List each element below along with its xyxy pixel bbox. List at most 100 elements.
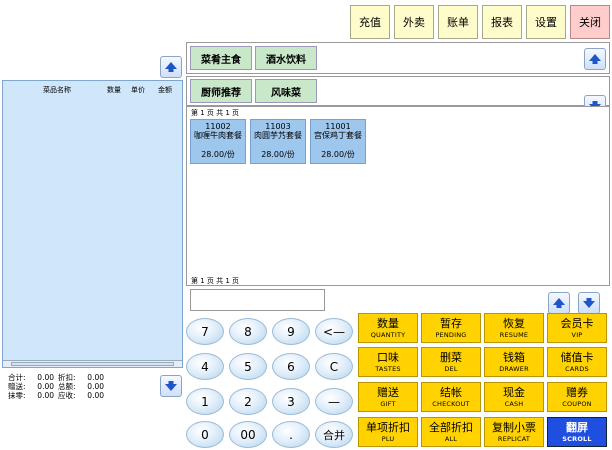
key-0[interactable]: 0 bbox=[186, 421, 224, 448]
fn-sublabel: ALL bbox=[444, 435, 458, 443]
fn-sublabel: PENDING bbox=[435, 331, 467, 339]
fn-sublabel: REPLICAT bbox=[497, 435, 531, 443]
drawer-button[interactable]: 钱箱 DRAWER bbox=[484, 347, 544, 377]
scroll-screen-button[interactable]: 翻屏 SCROLL bbox=[547, 417, 607, 447]
menu-item-card[interactable]: 11002 咖喱牛肉套餐 28.00/份 bbox=[190, 119, 246, 164]
category-main-dishes[interactable]: 菜肴主食 bbox=[190, 46, 252, 70]
pending-button[interactable]: 暂存 PENDING bbox=[421, 313, 481, 343]
resume-button[interactable]: 恢复 RESUME bbox=[484, 313, 544, 343]
key-minus[interactable]: — bbox=[315, 388, 353, 415]
rounding-label: 抹零: bbox=[8, 391, 26, 400]
item-pager-bottom: 第 1 页 共 1 页 bbox=[191, 277, 240, 285]
item-discount-button[interactable]: 单项折扣 PLU bbox=[358, 417, 418, 447]
fn-label: 翻屏 bbox=[566, 421, 588, 434]
fn-sublabel: COUPON bbox=[562, 400, 592, 408]
code-input[interactable] bbox=[190, 289, 325, 311]
settings-button[interactable]: 设置 bbox=[526, 5, 566, 39]
tastes-button[interactable]: 口味 TASTES bbox=[358, 347, 418, 377]
scrollbar-thumb[interactable] bbox=[11, 362, 174, 366]
category-bar-top: 菜肴主食 酒水饮料 bbox=[186, 42, 610, 74]
key-2[interactable]: 2 bbox=[229, 388, 267, 415]
all-discount-button[interactable]: 全部折扣 ALL bbox=[421, 417, 481, 447]
arrow-down-icon bbox=[165, 381, 177, 391]
item-code: 11002 bbox=[205, 122, 231, 131]
item-code: 11001 bbox=[325, 122, 351, 131]
item-name: 咖喱牛肉套餐 bbox=[194, 131, 242, 140]
arrow-up-icon bbox=[553, 298, 565, 308]
gift-value: 0.00 bbox=[37, 382, 54, 391]
fn-label: 赠送 bbox=[377, 386, 399, 399]
fn-label: 恢复 bbox=[503, 317, 525, 330]
key-1[interactable]: 1 bbox=[186, 388, 224, 415]
gift-button[interactable]: 赠送 GIFT bbox=[358, 382, 418, 412]
gift-label: 赠送: bbox=[8, 382, 26, 391]
key-4[interactable]: 4 bbox=[186, 353, 224, 380]
fn-sublabel: CASH bbox=[504, 400, 524, 408]
report-button[interactable]: 报表 bbox=[482, 5, 522, 39]
key-8[interactable]: 8 bbox=[229, 318, 267, 345]
fn-label: 储值卡 bbox=[560, 351, 594, 364]
delete-dish-button[interactable]: 删菜 DEL bbox=[421, 347, 481, 377]
key-9[interactable]: 9 bbox=[272, 318, 310, 345]
key-dot[interactable]: . bbox=[272, 421, 310, 448]
bill-button[interactable]: 账单 bbox=[438, 5, 478, 39]
checkout-button[interactable]: 结帐 CHECKOUT bbox=[421, 382, 481, 412]
key-3[interactable]: 3 bbox=[272, 388, 310, 415]
total-label: 合计: bbox=[8, 373, 26, 382]
category-drinks[interactable]: 酒水饮料 bbox=[255, 46, 317, 70]
order-scroll-up-button[interactable] bbox=[160, 56, 182, 78]
page-down-button[interactable] bbox=[578, 292, 600, 314]
fn-label: 单项折扣 bbox=[366, 421, 410, 434]
copy-receipt-button[interactable]: 复制小票 REPLICAT bbox=[484, 417, 544, 447]
order-list[interactable]: 菜品名称 数量 单价 金额 bbox=[2, 80, 183, 368]
key-5[interactable]: 5 bbox=[229, 353, 267, 380]
key-clear[interactable]: C bbox=[315, 353, 353, 380]
order-horizontal-scrollbar[interactable] bbox=[3, 360, 182, 367]
column-dish-name: 菜品名称 bbox=[43, 86, 71, 94]
category-chef-recommend[interactable]: 厨师推荐 bbox=[190, 79, 252, 103]
menu-item-card[interactable]: 11003 肉圆芋艿套餐 28.00/份 bbox=[250, 119, 306, 164]
stored-card-button[interactable]: 储值卡 CARDS bbox=[547, 347, 607, 377]
page-up-button[interactable] bbox=[548, 292, 570, 314]
quantity-button[interactable]: 数量 QUANTITY bbox=[358, 313, 418, 343]
item-price: 28.00/份 bbox=[321, 150, 355, 159]
column-quantity: 数量 bbox=[107, 86, 121, 94]
discount-label: 折扣: bbox=[58, 373, 76, 382]
fn-label: 复制小票 bbox=[492, 421, 536, 434]
close-button[interactable]: 关闭 bbox=[570, 5, 610, 39]
item-name: 肉圆芋艿套餐 bbox=[254, 131, 302, 140]
item-name: 宫保鸡丁套餐 bbox=[314, 131, 362, 140]
column-amount: 金额 bbox=[158, 86, 172, 94]
category-bar-bottom: 厨师推荐 风味菜 bbox=[186, 76, 610, 117]
fn-label: 现金 bbox=[503, 386, 525, 399]
key-backspace[interactable]: <— bbox=[315, 318, 353, 345]
fn-label: 结帐 bbox=[440, 386, 462, 399]
fn-label: 暂存 bbox=[440, 317, 462, 330]
fn-sublabel: GIFT bbox=[380, 400, 396, 408]
fn-sublabel: TASTES bbox=[375, 365, 401, 373]
fn-sublabel: VIP bbox=[571, 331, 583, 339]
key-merge[interactable]: 合并 bbox=[315, 421, 353, 448]
key-6[interactable]: 6 bbox=[272, 353, 310, 380]
discount-value: 0.00 bbox=[87, 373, 104, 382]
key-00[interactable]: 00 bbox=[229, 421, 267, 448]
recharge-button[interactable]: 充值 bbox=[350, 5, 390, 39]
arrow-up-icon bbox=[589, 54, 601, 64]
fn-label: 全部折扣 bbox=[429, 421, 473, 434]
cash-button[interactable]: 现金 CASH bbox=[484, 382, 544, 412]
vip-card-button[interactable]: 会员卡 VIP bbox=[547, 313, 607, 343]
category-scroll-up-button[interactable] bbox=[584, 48, 606, 70]
fn-label: 会员卡 bbox=[560, 317, 594, 330]
fn-label: 钱箱 bbox=[503, 351, 525, 364]
category-flavor-dishes[interactable]: 风味菜 bbox=[255, 79, 317, 103]
takeout-button[interactable]: 外卖 bbox=[394, 5, 434, 39]
order-scroll-down-button[interactable] bbox=[160, 375, 182, 397]
coupon-button[interactable]: 赠券 COUPON bbox=[547, 382, 607, 412]
item-pager-top: 第 1 页 共 1 页 bbox=[191, 109, 240, 117]
fn-label: 口味 bbox=[377, 351, 399, 364]
menu-item-card[interactable]: 11001 宫保鸡丁套餐 28.00/份 bbox=[310, 119, 366, 164]
gross-label: 总额: bbox=[58, 382, 76, 391]
fn-sublabel: RESUME bbox=[499, 331, 529, 339]
key-7[interactable]: 7 bbox=[186, 318, 224, 345]
fn-sublabel: DEL bbox=[444, 365, 458, 373]
